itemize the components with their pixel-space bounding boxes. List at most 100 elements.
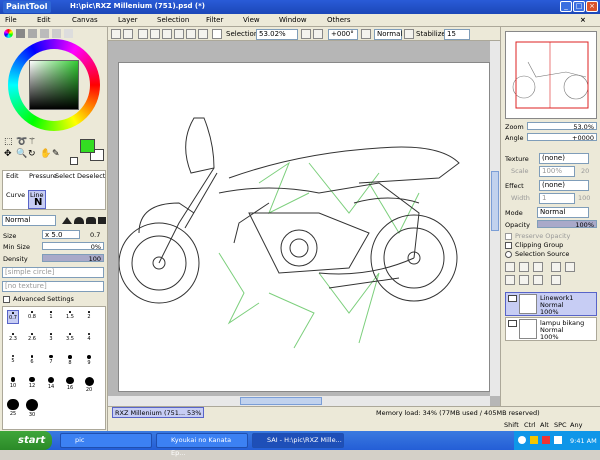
density-slider[interactable]: 100 — [42, 254, 104, 263]
brush-size-cell[interactable]: 7 — [45, 354, 57, 368]
zoom-plus-icon[interactable] — [313, 29, 323, 39]
tip-square-icon[interactable] — [98, 217, 106, 224]
stabilizer-field[interactable]: 15 — [444, 29, 470, 40]
scratchpad-tab-icon[interactable] — [64, 29, 73, 38]
blend-dropdown-icon[interactable] — [404, 29, 414, 39]
tray-security-icon[interactable] — [542, 436, 550, 444]
eye-icon[interactable] — [508, 320, 517, 327]
selection-checkbox[interactable] — [212, 29, 222, 39]
brush-size-cell[interactable]: 20 — [83, 376, 95, 393]
brush-size-cell[interactable]: 10 — [7, 376, 19, 390]
layer-row[interactable]: Linework1 Normal 100% — [505, 292, 597, 316]
brush-size-cell[interactable]: 4 — [83, 332, 95, 346]
rotate-right-icon[interactable] — [186, 29, 196, 39]
tip-sharp-icon[interactable] — [62, 217, 72, 224]
zoom-minus-icon[interactable] — [301, 29, 311, 39]
brush-size-cell[interactable]: 2 — [83, 310, 95, 324]
primary-color-swatch[interactable] — [80, 139, 95, 153]
brush-size-cell[interactable]: 25 — [7, 398, 19, 417]
select-tool-label[interactable]: Select — [55, 172, 75, 180]
menu-window[interactable]: Window — [279, 16, 307, 24]
brush-size-cell[interactable]: 1 — [45, 310, 57, 324]
edit-tool-label[interactable]: Edit — [6, 172, 19, 180]
color-wheel-tab-icon[interactable] — [4, 29, 13, 38]
layer-to-selection-icon[interactable] — [551, 262, 561, 272]
menu-edit[interactable]: Edit — [37, 16, 51, 24]
blend-select[interactable]: Normal — [374, 29, 402, 40]
magic-wand-icon[interactable]: ⚚ — [28, 137, 36, 147]
move-icon[interactable]: ✥ — [4, 149, 12, 159]
navigator-preview[interactable] — [505, 31, 597, 119]
navigator-angle-slider[interactable]: +0000 — [527, 133, 597, 142]
brush-size-cell[interactable]: 1.5 — [64, 310, 76, 324]
advanced-settings-checkbox[interactable] — [3, 296, 10, 303]
brush-mode-select[interactable]: Normal — [2, 215, 56, 226]
menu-layer[interactable]: Layer — [118, 16, 138, 24]
eye-icon[interactable] — [508, 295, 517, 302]
vertical-scrollbar[interactable] — [490, 41, 500, 396]
texture-select[interactable]: (none) — [539, 153, 589, 164]
start-button[interactable]: start — [0, 431, 52, 450]
brush-size-cell[interactable]: 16 — [64, 376, 76, 391]
navigator-zoom-slider[interactable]: 53.0% — [527, 122, 597, 131]
zoom-out-icon[interactable] — [138, 29, 148, 39]
brush-texture-select[interactable]: [no texture] — [2, 281, 104, 292]
min-size-slider[interactable]: 0% — [42, 242, 104, 251]
close-button[interactable]: × — [586, 1, 598, 12]
deselect-tool-label[interactable]: Deselect — [77, 172, 105, 180]
zoom-icon[interactable]: 🔍 — [16, 149, 27, 159]
selection-source-radio[interactable] — [505, 251, 512, 258]
lasso-icon[interactable]: ➰ — [16, 137, 27, 147]
horizontal-scroll-thumb[interactable] — [240, 397, 322, 405]
menu-file[interactable]: File — [5, 16, 17, 24]
rotate-icon[interactable]: ↻ — [28, 149, 36, 159]
taskbar-item-browser[interactable]: Kyoukai no Kanata Ep... — [156, 433, 248, 457]
menu-others[interactable]: Others — [327, 16, 351, 24]
new-layer-icon[interactable] — [505, 262, 515, 272]
transparent-color-icon[interactable] — [70, 157, 78, 165]
menu-selection[interactable]: Selection — [157, 16, 189, 24]
select-all-icon[interactable] — [123, 29, 133, 39]
tray-app-icon[interactable] — [530, 436, 538, 444]
rect-select-icon[interactable]: ⬚ — [4, 137, 13, 147]
layer-mode-select[interactable]: Normal — [537, 207, 589, 218]
maximize-button[interactable]: □ — [573, 1, 585, 12]
swatches-tab-icon[interactable] — [52, 29, 61, 38]
tray-volume-icon[interactable] — [554, 436, 562, 444]
taskbar-item-pic[interactable]: pic — [60, 433, 152, 448]
rotate-left-icon[interactable] — [174, 29, 184, 39]
effect-select[interactable]: (none) — [539, 180, 589, 191]
width-field[interactable]: 1 — [539, 193, 575, 204]
brush-size-cell[interactable]: 14 — [45, 376, 57, 390]
tip-round-icon[interactable] — [74, 217, 84, 224]
rgb-slider-tab-icon[interactable] — [16, 29, 25, 38]
tray-network-icon[interactable] — [518, 436, 526, 444]
vertical-scroll-thumb[interactable] — [491, 171, 499, 231]
rotate-ccw-icon[interactable] — [361, 29, 371, 39]
brush-size-cell[interactable]: 3 — [45, 332, 57, 346]
brush-size-cell[interactable]: 2.3 — [7, 332, 19, 346]
saturation-value-square[interactable] — [29, 60, 79, 110]
clear-layer-icon[interactable] — [533, 275, 543, 285]
flip-icon[interactable] — [198, 29, 208, 39]
pressure-tool-label[interactable]: Pressure — [29, 172, 57, 180]
document-tab[interactable]: RXZ Millenium (751... 53% — [112, 407, 204, 418]
brush-size-cell[interactable]: 5 — [7, 354, 19, 368]
delete-layer-icon[interactable] — [551, 275, 561, 285]
zoom-field[interactable]: 53.02% — [256, 29, 298, 40]
hand-icon[interactable]: ✋ — [40, 149, 51, 159]
brush-size-cell[interactable]: 0.7 — [7, 310, 19, 324]
line-tool-button[interactable]: Line N — [28, 190, 46, 209]
brush-size-cell[interactable]: 3.5 — [64, 332, 76, 346]
brush-size-cell[interactable]: 12 — [26, 376, 38, 390]
menu-filter[interactable]: Filter — [206, 16, 223, 24]
layer-row[interactable]: lampu bikang Normal 100% — [505, 317, 597, 341]
taskbar-item-sai[interactable]: SAI - H:\pic\RXZ Mille... — [252, 433, 344, 448]
transfer-down-icon[interactable] — [505, 275, 515, 285]
preserve-opacity-checkbox[interactable] — [505, 233, 512, 240]
brush-size-cell[interactable]: 8 — [64, 354, 76, 368]
eyedropper-icon[interactable]: ✎ — [52, 149, 60, 159]
merge-down-icon[interactable] — [519, 275, 529, 285]
canvas-area[interactable] — [108, 41, 500, 406]
new-folder-icon[interactable] — [533, 262, 543, 272]
